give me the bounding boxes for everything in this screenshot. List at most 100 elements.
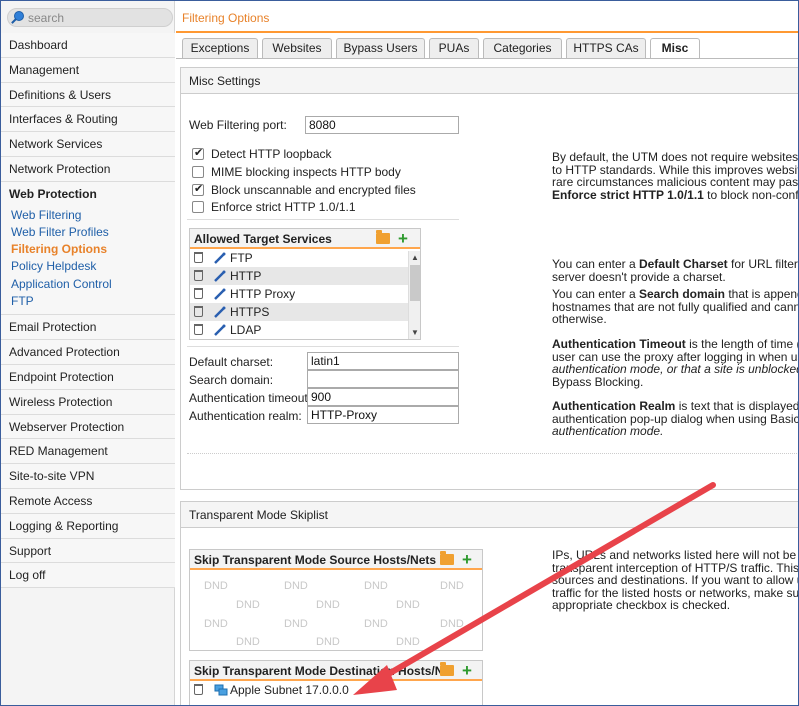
sidebar-sub-application-control[interactable]: Application Control [1,275,175,294]
service-icon [214,288,226,300]
search-placeholder: search [28,11,65,25]
main-content: Filtering Options Exceptions Websites By… [176,1,799,705]
service-row[interactable]: FTP [190,249,420,267]
dnd-placeholder: DND [316,636,340,648]
dnd-placeholder: DND [396,636,420,648]
app-window: search Dashboard Management Definitions … [0,0,799,706]
divider [187,346,459,347]
authentication-realm-label: Authentication realm: [189,409,302,423]
help-auth-realm: Authentication Realm is text that is dis… [552,400,798,438]
folder-icon[interactable] [440,551,454,565]
help-text: Bypass Blocking. [552,374,644,389]
dnd-placeholder: DND [316,599,340,611]
sidebar-item-advanced-protection[interactable]: Advanced Protection [1,340,175,365]
sidebar-item-site-to-site-vpn[interactable]: Site-to-site VPN [1,464,175,489]
services-scrollbar[interactable]: ▲ ▼ [408,251,420,339]
tab-categories[interactable]: Categories [483,38,562,58]
help-strict-http-bold: Enforce strict HTTP 1.0/1.1 [552,187,704,202]
service-row[interactable]: HTTPS [190,303,420,321]
default-charset-input[interactable]: latin1 [307,352,459,370]
web-protection-group: Web Protection Web Filtering Web Filter … [1,181,175,316]
sidebar-item-network-services[interactable]: Network Services [1,132,175,157]
scroll-down-icon[interactable]: ▼ [411,328,419,337]
help-search-domain: You can enter a Search domain that is ap… [552,288,798,326]
dnd-placeholder: DND [364,580,388,592]
skiplist-panel: Transparent Mode Skiplist Skip Transpare… [180,501,799,705]
sidebar-item-red-management[interactable]: RED Management [1,439,175,465]
authentication-realm-input[interactable]: HTTP-Proxy [307,406,459,424]
add-icon[interactable]: + [462,550,472,570]
destination-label: Apple Subnet 17.0.0.0 [230,683,349,697]
destination-row[interactable]: Apple Subnet 17.0.0.0 [190,681,482,699]
trash-icon[interactable] [194,270,203,281]
folder-icon[interactable] [440,662,454,676]
sidebar-item-endpoint-protection[interactable]: Endpoint Protection [1,364,175,390]
sidebar: search Dashboard Management Definitions … [1,1,175,705]
add-icon[interactable]: + [462,661,472,681]
authentication-timeout-label: Authentication timeout: [189,391,312,405]
trash-icon[interactable] [194,306,203,317]
detect-http-loopback-checkbox[interactable] [192,146,204,160]
divider [187,219,459,220]
enforce-strict-http-checkbox[interactable] [192,201,204,213]
web-filtering-port-input[interactable]: 8080 [305,116,459,134]
sidebar-sub-ftp[interactable]: FTP [1,293,175,311]
help-default-charset: You can enter a Default Charset for URL … [552,257,798,283]
tab-exceptions[interactable]: Exceptions [182,38,258,58]
dnd-placeholder: DND [396,599,420,611]
help-text: for URL filtering [730,257,798,271]
scroll-thumb[interactable] [410,265,420,301]
enforce-strict-http-label: Enforce strict HTTP 1.0/1.1 [211,200,356,214]
sidebar-item-remote-access[interactable]: Remote Access [1,488,175,514]
trash-icon[interactable] [194,684,203,695]
add-icon[interactable]: + [398,229,408,249]
service-row[interactable]: HTTP Proxy [190,285,420,303]
dnd-placeholder: DND [204,618,228,630]
block-unscannable-checkbox[interactable] [192,182,204,196]
skiplist-heading: Transparent Mode Skiplist [181,502,798,528]
trash-icon[interactable] [194,324,203,335]
divider [187,453,798,454]
sidebar-menu: Dashboard Management Definitions & Users… [1,33,175,589]
service-row[interactable]: LDAP [190,321,420,339]
help-strict-http-text: By default, the UTM does not require web… [552,150,799,189]
sidebar-item-management[interactable]: Management [1,57,175,83]
sidebar-sub-web-filter-profiles[interactable]: Web Filter Profiles [1,223,175,242]
search-domain-input[interactable] [307,370,459,388]
folder-icon[interactable] [376,230,390,244]
sidebar-item-interfaces-routing[interactable]: Interfaces & Routing [1,107,175,133]
sidebar-sub-filtering-options[interactable]: Filtering Options [1,241,175,259]
scroll-up-icon[interactable]: ▲ [411,253,419,262]
sidebar-sub-web-filtering[interactable]: Web Filtering [1,206,175,224]
sidebar-item-logging-reporting[interactable]: Logging & Reporting [1,513,175,539]
sidebar-item-wireless-protection[interactable]: Wireless Protection [1,389,175,415]
dnd-placeholder: DND [440,618,464,630]
sidebar-item-email-protection[interactable]: Email Protection [1,315,175,341]
page-title: Filtering Options [182,11,270,25]
help-skiplist: IPs, URLs and networks listed here will … [552,548,799,612]
sidebar-item-definitions-users[interactable]: Definitions & Users [1,82,175,108]
block-unscannable-label: Block unscannable and encrypted files [211,183,416,197]
service-row[interactable]: HTTP [190,267,420,285]
sidebar-item-support[interactable]: Support [1,538,175,564]
authentication-timeout-input[interactable]: 900 [307,388,459,406]
sidebar-sub-policy-helpdesk[interactable]: Policy Helpdesk [1,258,175,276]
dnd-placeholder: DND [204,580,228,592]
search-input[interactable]: search [7,8,173,27]
trash-icon[interactable] [194,252,203,263]
mime-blocking-checkbox[interactable] [192,166,204,178]
tab-websites[interactable]: Websites [262,38,332,58]
skip-destination-box: Skip Transparent Mode Destination Hosts/… [189,660,483,705]
service-icon [214,324,226,336]
tab-puas[interactable]: PUAs [429,38,479,58]
sidebar-item-log-off[interactable]: Log off [1,563,175,589]
service-icon [214,270,226,282]
sidebar-item-web-protection[interactable]: Web Protection [1,181,175,207]
sidebar-item-webserver-protection[interactable]: Webserver Protection [1,414,175,440]
sidebar-item-dashboard[interactable]: Dashboard [1,33,175,58]
tab-bypass-users[interactable]: Bypass Users [336,38,425,58]
tab-https-cas[interactable]: HTTPS CAs [566,38,646,58]
trash-icon[interactable] [194,288,203,299]
sidebar-item-network-protection[interactable]: Network Protection [1,156,175,182]
tab-misc[interactable]: Misc [650,38,700,59]
